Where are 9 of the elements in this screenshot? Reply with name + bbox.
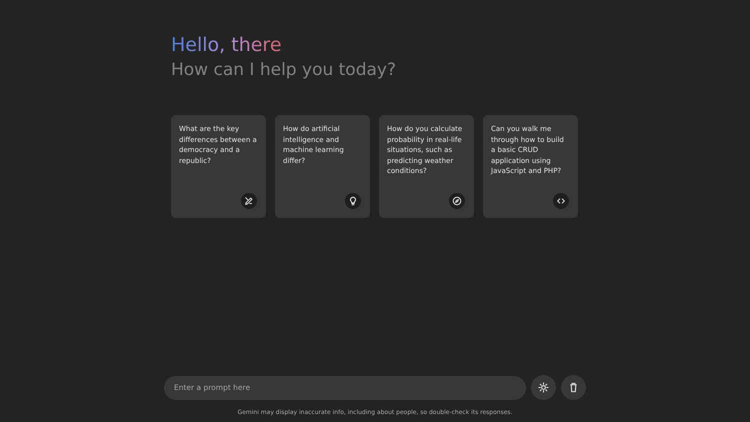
greeting-subtitle: How can I help you today?	[171, 59, 398, 81]
theme-toggle-button[interactable]	[531, 375, 556, 400]
pen-icon	[241, 193, 257, 209]
code-icon	[553, 193, 569, 209]
lightbulb-icon	[345, 193, 361, 209]
trash-icon	[568, 382, 579, 393]
delete-button[interactable]	[561, 375, 586, 400]
compass-icon	[449, 193, 465, 209]
sun-icon	[538, 382, 549, 393]
